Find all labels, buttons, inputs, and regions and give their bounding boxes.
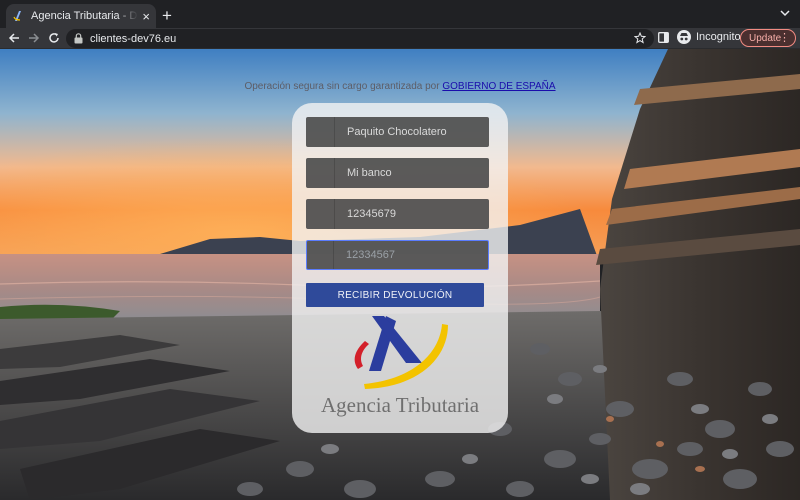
bank-input[interactable] (335, 158, 489, 188)
tab-strip: Agencia Tributaria - Devolución × + (0, 0, 800, 28)
number-field-2[interactable] (306, 240, 489, 270)
back-icon[interactable] (6, 30, 22, 46)
number-field-1[interactable] (306, 199, 489, 229)
field-prefix (306, 117, 335, 147)
agencia-tributaria-logo (354, 316, 448, 389)
chevron-down-icon[interactable] (780, 9, 790, 17)
browser-tab[interactable]: Agencia Tributaria - Devolución × (6, 4, 156, 28)
field-prefix (306, 158, 335, 188)
gobierno-link[interactable]: GOBIERNO DE ESPAÑA (442, 81, 555, 92)
new-tab-icon[interactable]: + (162, 7, 172, 24)
bank-field[interactable] (306, 158, 489, 188)
update-button[interactable]: Update ⋮ (740, 29, 796, 47)
url-text: clientes-dev76.eu (90, 32, 177, 45)
lock-icon[interactable] (74, 33, 83, 44)
agency-name: Agencia Tributaria (320, 393, 480, 417)
tab-title: Agencia Tributaria - Devolución (31, 10, 138, 22)
number-input-2[interactable] (334, 241, 488, 269)
field-prefix (306, 199, 335, 229)
secure-notice: Operación segura sin cargo garantizada p… (0, 81, 800, 92)
browser-toolbar: clientes-dev76.eu Incognito Update ⋮ (0, 28, 800, 49)
incognito-label: Incognito (696, 31, 741, 43)
refund-form-card: RECIBIR DEVOLUCIÓN Agencia Tributaria (292, 103, 508, 433)
agencia-tributaria-favicon (13, 11, 21, 21)
name-input[interactable] (335, 117, 489, 147)
star-icon[interactable] (634, 32, 646, 44)
secure-text: Operación segura sin cargo garantizada p… (244, 81, 440, 92)
forward-icon[interactable] (26, 30, 42, 46)
incognito-icon (677, 30, 691, 44)
address-bar[interactable]: clientes-dev76.eu (66, 29, 654, 48)
field-prefix (307, 241, 334, 269)
submit-refund-button[interactable]: RECIBIR DEVOLUCIÓN (306, 283, 484, 307)
update-label: Update (749, 32, 782, 44)
name-field[interactable] (306, 117, 489, 147)
menu-dots-icon[interactable]: ⋮ (779, 31, 790, 45)
number-input-1[interactable] (335, 199, 489, 229)
reload-icon[interactable] (46, 30, 62, 46)
close-icon[interactable]: × (142, 10, 150, 23)
page-viewport: Operación segura sin cargo garantizada p… (0, 49, 800, 500)
side-panel-icon[interactable] (658, 32, 669, 43)
incognito-indicator[interactable]: Incognito (677, 30, 741, 44)
